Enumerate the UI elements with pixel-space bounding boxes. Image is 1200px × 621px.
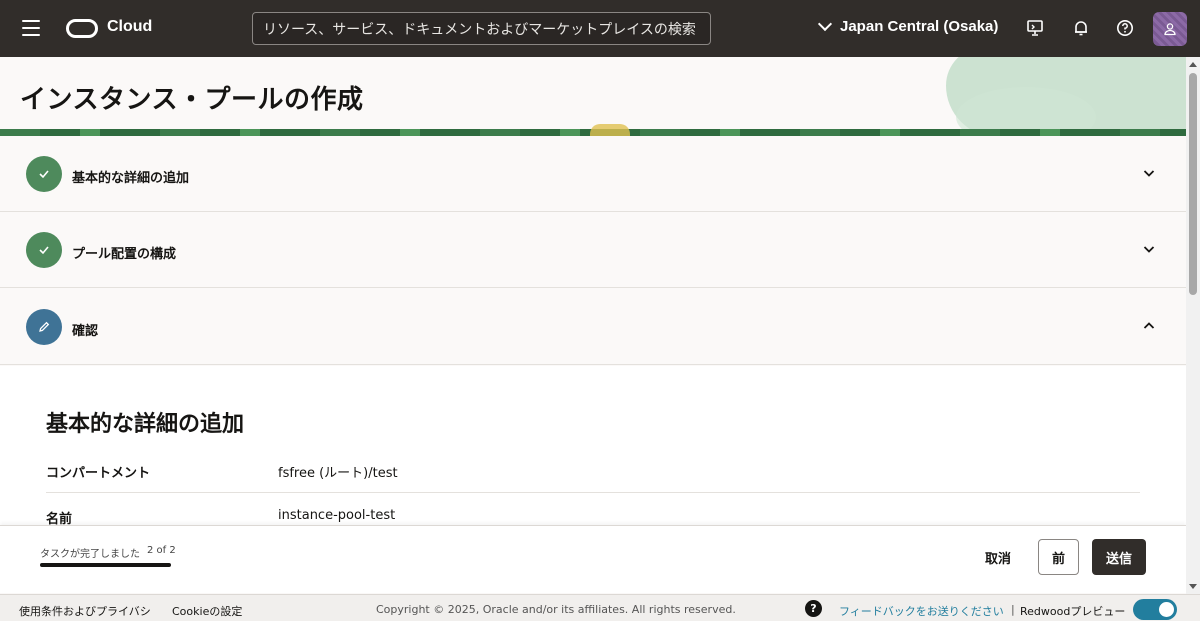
review-row-compartment: コンパートメント fsfree (ルート)/test	[46, 447, 1140, 493]
check-icon	[39, 170, 49, 179]
chevron-down-icon[interactable]	[1143, 167, 1155, 179]
review-section-title: 基本的な詳細の追加	[46, 412, 245, 437]
redwood-preview-toggle[interactable]	[1133, 599, 1177, 620]
page-header: インスタンス・プールの作成	[0, 57, 1186, 136]
submit-button[interactable]: 送信	[1092, 539, 1146, 575]
progress-fill	[40, 563, 171, 567]
help-circle-icon[interactable]: ?	[805, 600, 822, 617]
terms-privacy-link[interactable]: 使用条件およびプライバシ	[19, 603, 151, 619]
redwood-preview-label: Redwoodプレビュー	[1020, 605, 1126, 618]
cookie-settings-link[interactable]: Cookieの設定	[172, 603, 242, 619]
feedback-link[interactable]: フィードバックをお送りください	[839, 603, 1004, 619]
page-title: インスタンス・プールの作成	[20, 85, 364, 115]
cancel-button[interactable]: 取消	[975, 539, 1021, 575]
bell-icon[interactable]	[1071, 18, 1091, 38]
step-editing-badge	[26, 309, 62, 345]
step-complete-badge	[26, 156, 62, 192]
progress-bar	[40, 563, 171, 567]
step-complete-badge	[26, 232, 62, 268]
step-basic-details[interactable]: 基本的な詳細の追加	[0, 136, 1186, 212]
scroll-up-arrow-icon[interactable]	[1189, 62, 1197, 67]
progress-text: タスクが完了しました	[40, 549, 140, 560]
help-icon[interactable]	[1115, 18, 1135, 38]
footer-separator: |	[1011, 603, 1015, 616]
progress-count: 2 of 2	[147, 545, 176, 556]
oracle-logo[interactable]	[66, 19, 98, 38]
step-review[interactable]: 確認	[0, 289, 1186, 365]
user-icon	[1164, 23, 1176, 36]
page-scrollbar[interactable]	[1186, 57, 1200, 594]
step-pool-placement[interactable]: プール配置の構成	[0, 212, 1186, 288]
review-panel: 基本的な詳細の追加 コンパートメント fsfree (ルート)/test 名前 …	[0, 366, 1186, 527]
copyright-text: Copyright © 2025, Oracle and/or its affi…	[376, 603, 736, 616]
step-label: 確認	[72, 324, 99, 339]
review-row-label: コンパートメント	[46, 466, 151, 481]
page-footer: 使用条件およびプライバシ Cookieの設定 Copyright © 2025,…	[0, 594, 1200, 621]
review-row-value: fsfree (ルート)/test	[278, 466, 398, 481]
scroll-down-arrow-icon[interactable]	[1189, 584, 1197, 589]
region-label: Japan Central (Osaka)	[840, 18, 999, 35]
scrollbar-thumb[interactable]	[1189, 73, 1197, 295]
pencil-icon	[39, 321, 50, 332]
region-selector[interactable]: Japan Central (Osaka)	[817, 16, 999, 35]
step-label: プール配置の構成	[72, 247, 177, 262]
cloud-shell-icon[interactable]	[1025, 18, 1045, 38]
previous-button[interactable]: 前	[1038, 539, 1079, 575]
hamburger-menu-icon[interactable]	[22, 20, 40, 36]
chevron-up-icon[interactable]	[1143, 320, 1155, 332]
wizard-action-bar: タスクが完了しました 2 of 2 取消 前 送信	[0, 525, 1186, 593]
step-label: 基本的な詳細の追加	[72, 171, 190, 186]
search-input[interactable]: リソース、サービス、ドキュメントおよびマーケットプレイスの検索	[252, 12, 711, 45]
top-navigation-bar: Cloud リソース、サービス、ドキュメントおよびマーケットプレイスの検索 Ja…	[0, 0, 1200, 57]
check-icon	[39, 246, 49, 255]
review-row-value: instance-pool-test	[278, 508, 396, 523]
chevron-down-icon	[817, 16, 833, 32]
chevron-down-icon[interactable]	[1143, 243, 1155, 255]
header-decoration	[590, 124, 630, 136]
brand-name[interactable]: Cloud	[107, 18, 152, 36]
user-avatar[interactable]	[1153, 12, 1187, 46]
